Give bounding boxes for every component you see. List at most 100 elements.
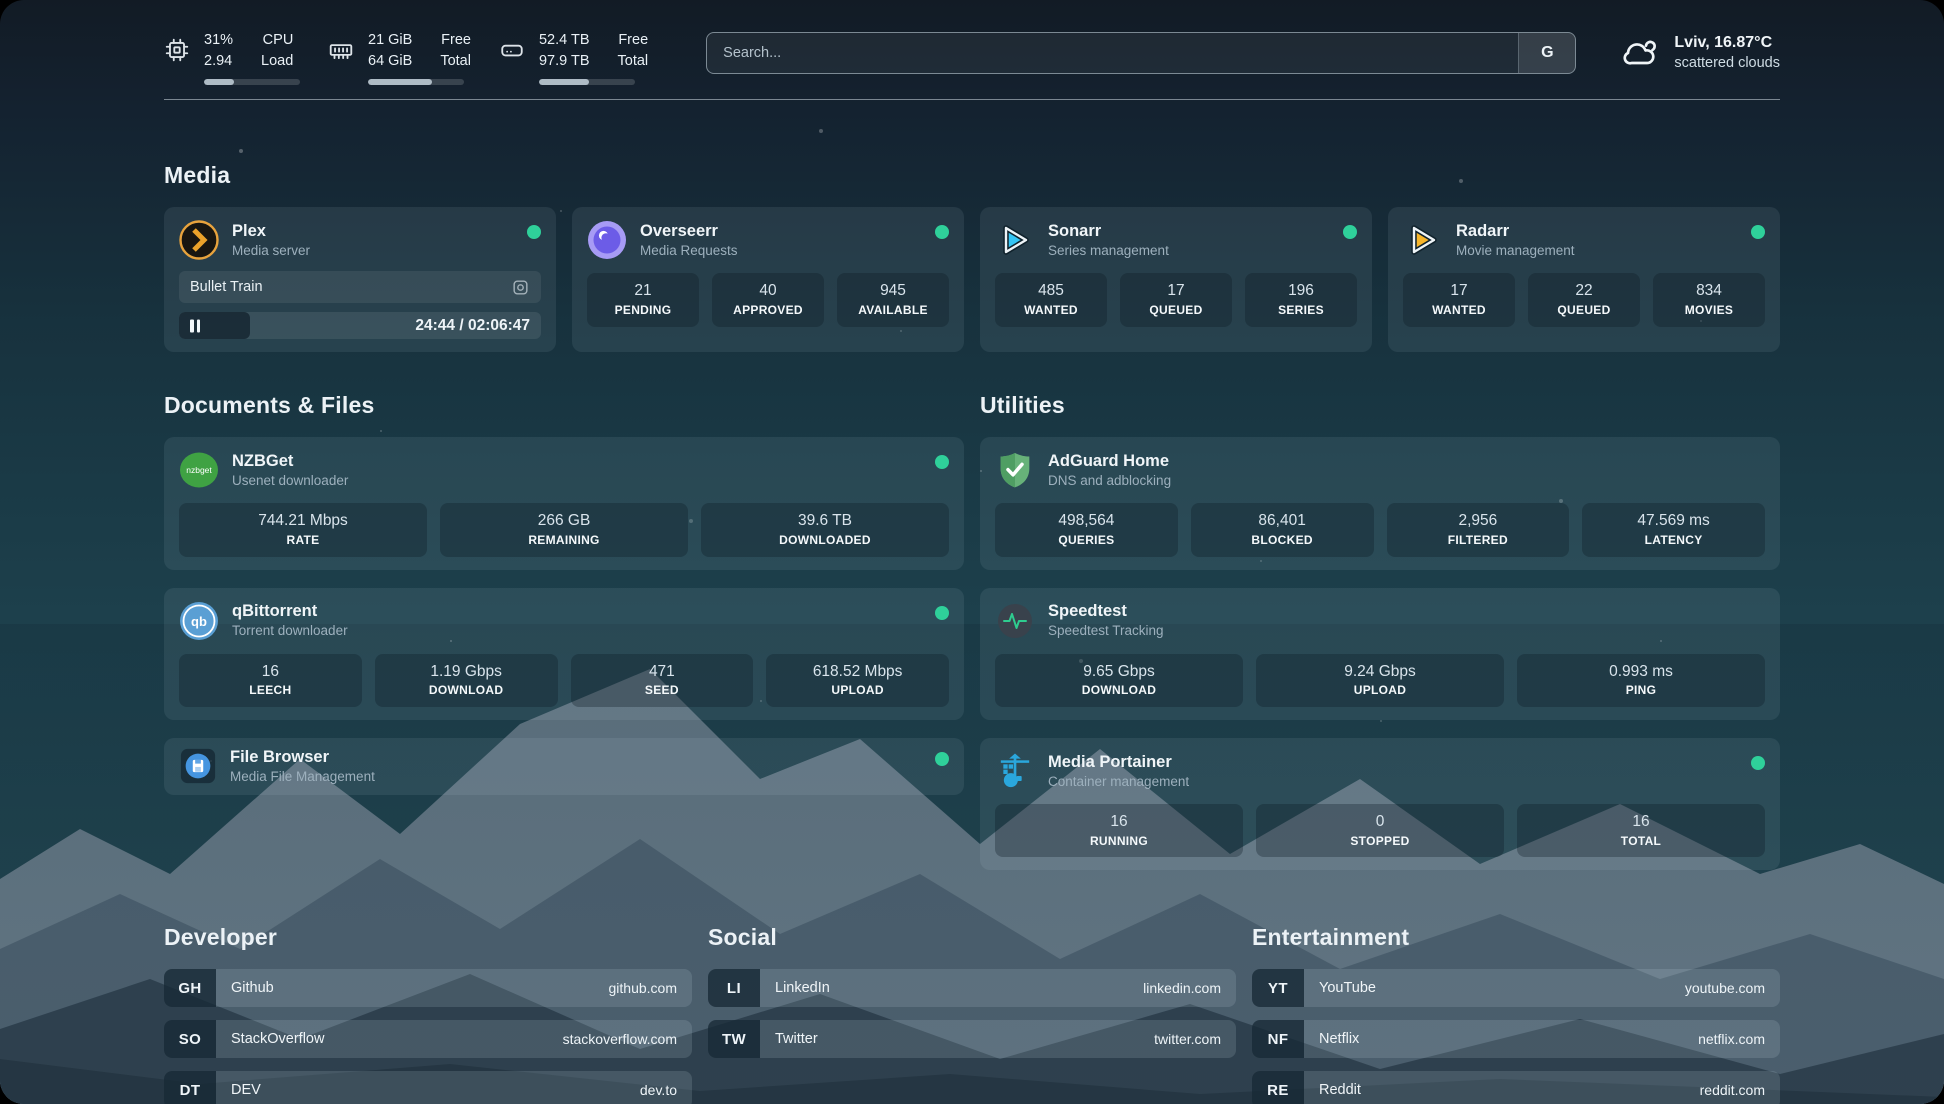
open-modal-icon[interactable] (511, 278, 530, 297)
bookmark-url: dev.to (640, 1082, 677, 1098)
section-title-media: Media (164, 162, 1780, 189)
disk-labels: FreeTotal (618, 30, 649, 72)
overseerr-icon (587, 220, 627, 260)
bookmark-abbr: TW (708, 1020, 760, 1058)
stat-filtered: 2,956FILTERED (1387, 503, 1570, 556)
cpu-values: 31%2.94 (204, 30, 233, 72)
service-card-nzbget[interactable]: nzbget NZBGet Usenet downloader 74 (164, 437, 964, 569)
service-name: Radarr (1456, 221, 1575, 242)
stat-remaining: 266 GBREMAINING (440, 503, 688, 556)
stat-downloaded: 39.6 TBDOWNLOADED (701, 503, 949, 556)
status-dot (935, 225, 949, 239)
stat-total: 16TOTAL (1517, 804, 1765, 857)
bookmark-twitter[interactable]: TW Twitter twitter.com (708, 1020, 1236, 1058)
stat-pending: 21PENDING (587, 273, 699, 326)
service-name: qBittorrent (232, 601, 348, 622)
stat-leech: 16LEECH (179, 654, 362, 707)
service-desc: Speedtest Tracking (1048, 622, 1164, 640)
bookmark-url: github.com (609, 980, 677, 996)
stat-ping: 0.993 msPING (1517, 654, 1765, 707)
service-desc: Media File Management (230, 768, 375, 786)
filebrowser-icon (179, 747, 217, 785)
memory-values: 21 GiB64 GiB (368, 30, 412, 72)
stat-seed: 471SEED (571, 654, 754, 707)
service-desc: Media Requests (640, 242, 738, 260)
adguard-icon (995, 450, 1035, 490)
service-desc: Torrent downloader (232, 622, 348, 640)
stat-upload: 618.52 MbpsUPLOAD (766, 654, 949, 707)
weather-widget: Lviv, 16.87°C scattered clouds (1620, 32, 1780, 73)
stat-blocked: 86,401BLOCKED (1191, 503, 1374, 556)
pause-icon[interactable] (190, 319, 200, 332)
topbar-divider (164, 99, 1780, 100)
search-bar: G (706, 32, 1576, 74)
bookmark-url: reddit.com (1700, 1082, 1765, 1098)
svg-text:nzbget: nzbget (186, 465, 212, 475)
bookmark-linkedin[interactable]: LI LinkedIn linkedin.com (708, 969, 1236, 1007)
service-name: Sonarr (1048, 221, 1169, 242)
bookmark-stackoverflow[interactable]: SO StackOverflow stackoverflow.com (164, 1020, 692, 1058)
bookmark-name: YouTube (1319, 980, 1376, 996)
cpu-icon (164, 37, 190, 85)
speedtest-icon (995, 601, 1035, 641)
service-name: AdGuard Home (1048, 451, 1171, 472)
playback-progress-bar[interactable]: 24:44 / 02:06:47 (179, 312, 541, 339)
memory-progress-bar (368, 79, 464, 85)
bookmark-reddit[interactable]: RE Reddit reddit.com (1252, 1071, 1780, 1104)
weather-condition: scattered clouds (1674, 54, 1780, 74)
cpu-labels: CPULoad (261, 30, 293, 72)
service-card-qbittorrent[interactable]: qb qBittorrent Torrent downloader (164, 588, 964, 720)
bookmark-url: twitter.com (1154, 1031, 1221, 1047)
service-desc: Usenet downloader (232, 472, 348, 490)
disk-icon (499, 37, 525, 85)
service-card-overseerr[interactable]: Overseerr Media Requests 21PENDING 40APP… (572, 207, 964, 352)
memory-icon (328, 37, 354, 85)
svg-text:qb: qb (191, 614, 207, 629)
bookmark-abbr: LI (708, 969, 760, 1007)
status-dot (935, 752, 949, 766)
stat-wanted: 17WANTED (1403, 273, 1515, 326)
status-dot (1343, 225, 1357, 239)
service-card-sonarr[interactable]: Sonarr Series management 485WANTED 17QUE… (980, 207, 1372, 352)
cpu-widget: 31%2.94 CPULoad (164, 30, 300, 85)
bookmark-url: stackoverflow.com (563, 1031, 677, 1047)
service-desc: DNS and adblocking (1048, 472, 1171, 490)
bookmark-dev[interactable]: DT DEV dev.to (164, 1071, 692, 1104)
disk-widget: 52.4 TB97.9 TB FreeTotal (499, 30, 648, 85)
service-name: NZBGet (232, 451, 348, 472)
service-name: Overseerr (640, 221, 738, 242)
stat-latency: 47.569 msLATENCY (1582, 503, 1765, 556)
bookmark-github[interactable]: GH Github github.com (164, 969, 692, 1007)
service-desc: Movie management (1456, 242, 1575, 260)
stat-rate: 744.21 MbpsRATE (179, 503, 427, 556)
status-dot (1751, 225, 1765, 239)
service-card-filebrowser[interactable]: File Browser Media File Management (164, 738, 964, 795)
search-input[interactable] (707, 33, 1518, 73)
bookmark-url: youtube.com (1685, 980, 1765, 996)
search-engine-button[interactable]: G (1518, 33, 1575, 73)
service-card-plex[interactable]: Plex Media server Bullet Train (164, 207, 556, 352)
stat-approved: 40APPROVED (712, 273, 824, 326)
stat-movies: 834MOVIES (1653, 273, 1765, 326)
bookmark-abbr: RE (1252, 1071, 1304, 1104)
bookmark-youtube[interactable]: YT YouTube youtube.com (1252, 969, 1780, 1007)
playback-time: 24:44 / 02:06:47 (415, 317, 530, 335)
now-playing-title: Bullet Train (190, 279, 263, 295)
weather-location-temp: Lviv, 16.87°C (1674, 32, 1780, 54)
section-title-documents: Documents & Files (164, 392, 964, 419)
bookmark-name: DEV (231, 1082, 261, 1098)
service-card-radarr[interactable]: Radarr Movie management 17WANTED 22QUEUE… (1388, 207, 1780, 352)
service-card-speedtest[interactable]: Speedtest Speedtest Tracking 9.65 GbpsDO… (980, 588, 1780, 720)
service-card-adguard[interactable]: AdGuard Home DNS and adblocking 498,564Q… (980, 437, 1780, 569)
stat-stopped: 0STOPPED (1256, 804, 1504, 857)
dashboard: 31%2.94 CPULoad (0, 0, 1944, 1104)
service-card-portainer[interactable]: Media Portainer Container management 16R… (980, 738, 1780, 870)
bookmark-name: Twitter (775, 1031, 818, 1047)
status-dot (935, 455, 949, 469)
section-title-social: Social (708, 924, 1236, 951)
stat-queued: 17QUEUED (1120, 273, 1232, 326)
disk-progress-bar (539, 79, 635, 85)
sonarr-icon (995, 220, 1035, 260)
memory-widget: 21 GiB64 GiB FreeTotal (328, 30, 471, 85)
bookmark-netflix[interactable]: NF Netflix netflix.com (1252, 1020, 1780, 1058)
